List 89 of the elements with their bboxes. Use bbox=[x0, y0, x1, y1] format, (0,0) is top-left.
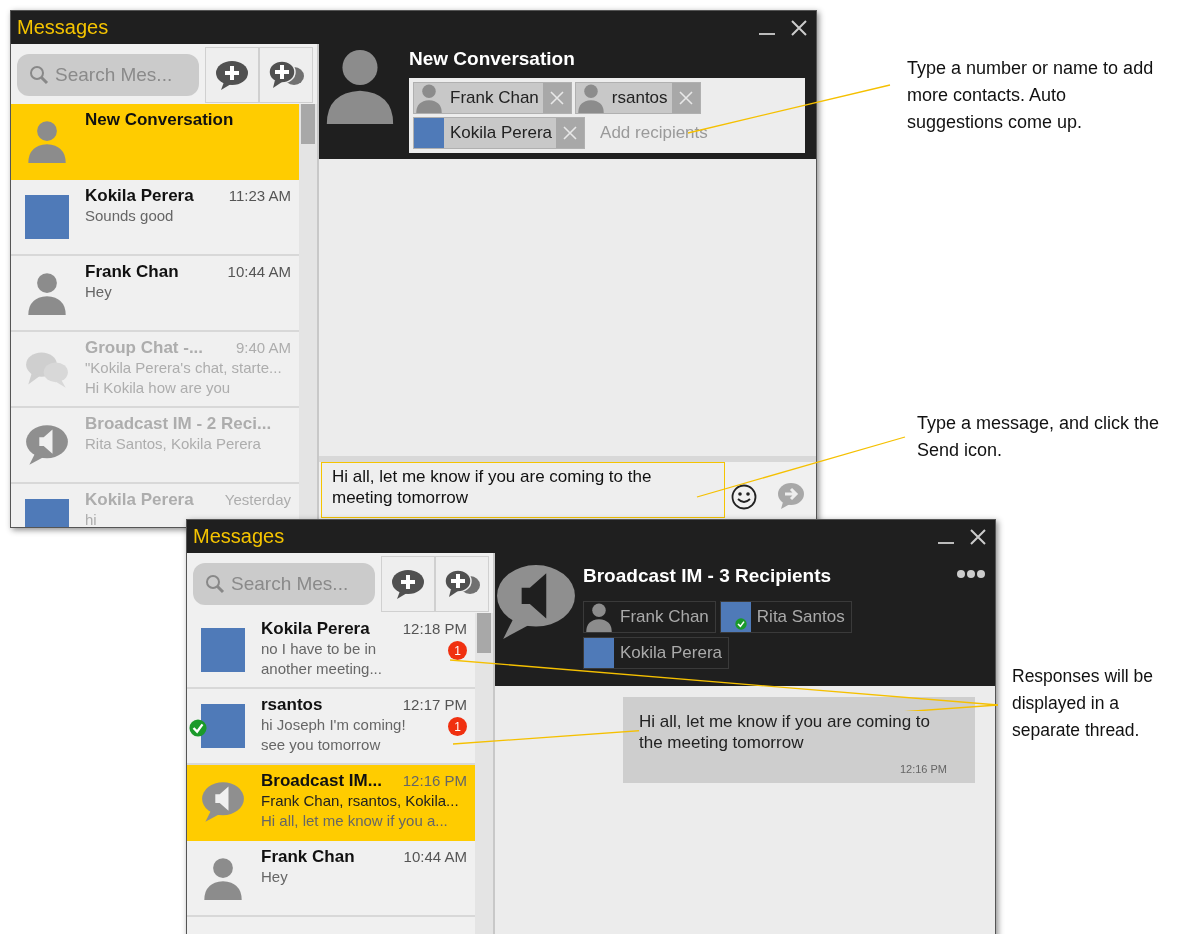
window-title: Messages bbox=[17, 16, 109, 39]
person-icon bbox=[25, 271, 69, 315]
new-group-chat-button[interactable] bbox=[435, 556, 489, 612]
message-time: 12:16 PM bbox=[899, 763, 947, 775]
photo-placeholder bbox=[584, 638, 614, 668]
message-time: 12:18 PM bbox=[402, 620, 467, 637]
search-icon bbox=[205, 574, 225, 594]
more-icon[interactable] bbox=[957, 569, 985, 579]
contact-name: Kokila Perera bbox=[85, 186, 194, 206]
conversation-title: Broadcast IM - 3 Recipients bbox=[583, 565, 833, 587]
scrollbar-thumb[interactable] bbox=[477, 613, 491, 653]
message-time: 10:44 AM bbox=[403, 848, 467, 865]
close-icon bbox=[549, 91, 564, 105]
contact-name: Kokila Perera bbox=[85, 490, 194, 510]
message-preview: Hey bbox=[85, 282, 112, 302]
search-icon bbox=[29, 65, 49, 85]
message-preview: Hi Kokila how are you bbox=[85, 378, 232, 398]
message-preview: "Kokila Perera's chat, starte... bbox=[85, 358, 282, 378]
chat-plus-icon bbox=[214, 60, 250, 90]
message-input[interactable]: Hi all, let me know if you are coming to the meeting tomorrow bbox=[321, 462, 725, 518]
close-icon[interactable] bbox=[790, 18, 808, 37]
message-preview: another meeting... bbox=[261, 659, 382, 679]
recipient-name: Frank Chan bbox=[619, 607, 709, 627]
message-time: 11:23 AM bbox=[228, 187, 291, 204]
contact-name: rsantos bbox=[261, 695, 323, 715]
search-field[interactable]: Search Mes... bbox=[193, 563, 375, 605]
message-preview: Hi all, let me know if you a... bbox=[261, 811, 449, 831]
recipient-name: Kokila Perera bbox=[619, 643, 723, 663]
message-preview: hi Joseph I'm coming! bbox=[261, 715, 406, 735]
message-time: Yesterday bbox=[224, 491, 291, 508]
callout-text: Type a message, and click the Send icon. bbox=[917, 412, 1161, 462]
message-time: 12:17 PM bbox=[402, 696, 467, 713]
conversation-title: New Conversation bbox=[409, 48, 576, 70]
person-icon bbox=[575, 83, 606, 113]
message-time: 10:44 AM bbox=[227, 263, 291, 280]
unread-badge: 1 bbox=[448, 717, 467, 736]
message-time: 12:16 PM bbox=[402, 772, 467, 789]
group-chat-plus-icon bbox=[444, 569, 480, 599]
chat-plus-icon bbox=[390, 569, 426, 599]
recipient-name: Rita Santos bbox=[755, 607, 845, 627]
photo-placeholder bbox=[25, 195, 69, 239]
unread-badge: 1 bbox=[448, 641, 467, 660]
message-preview: Frank Chan, rsantos, Kokila... bbox=[261, 791, 459, 811]
message-preview: no I have to be in bbox=[261, 639, 378, 659]
broadcast-icon bbox=[201, 780, 245, 824]
message-preview: Rita Santos, Kokila Perera bbox=[85, 434, 261, 454]
callout-text: Type a number or name to add more contacts. Auto suggestions come up. bbox=[907, 57, 1155, 134]
contact-name: Group Chat -... bbox=[85, 338, 204, 358]
conversation-item[interactable]: Frank Chan 10:44 AM Hey bbox=[187, 841, 475, 917]
contact-name: New Conversation bbox=[85, 110, 234, 130]
person-icon bbox=[201, 856, 245, 900]
photo-placeholder bbox=[414, 118, 444, 148]
smiley-icon[interactable] bbox=[731, 484, 757, 510]
recipient-name: rsantos bbox=[610, 88, 669, 108]
callout-text: Responses will be displayed in a separate thread. bbox=[1012, 665, 1155, 742]
group-chat-plus-icon bbox=[268, 60, 304, 90]
message-preview: Sounds good bbox=[85, 206, 174, 226]
contact-name: Broadcast IM - 2 Reci... bbox=[85, 414, 272, 434]
new-group-chat-button[interactable] bbox=[259, 47, 313, 103]
conversation-item[interactable]: Kokila Perera 11:23 AM Sounds good bbox=[11, 180, 299, 256]
photo-placeholder bbox=[201, 704, 245, 748]
message-preview: see you tomorrow bbox=[261, 735, 382, 755]
new-message-button[interactable] bbox=[381, 556, 435, 612]
new-message-button[interactable] bbox=[205, 47, 259, 103]
message-preview: hi bbox=[85, 510, 97, 527]
photo-placeholder bbox=[201, 628, 245, 672]
add-recipients-input[interactable]: Add recipients bbox=[598, 122, 753, 144]
contact-name: Broadcast IM... bbox=[261, 771, 382, 791]
contact-name: Kokila Perera bbox=[261, 619, 370, 639]
conversation-item[interactable]: New Conversation bbox=[11, 104, 299, 180]
search-field[interactable]: Search Mes... bbox=[17, 54, 199, 96]
contact-name: Frank Chan bbox=[85, 262, 179, 282]
conversation-item[interactable]: Kokila Perera 12:18 PM no I have to be in another meeting... 1 bbox=[187, 613, 475, 689]
conversation-item[interactable]: Frank Chan 10:44 AM Hey bbox=[11, 256, 299, 332]
message-time: 9:40 AM bbox=[235, 339, 291, 356]
person-icon bbox=[25, 119, 69, 163]
contact-name: Frank Chan bbox=[261, 847, 355, 867]
close-icon[interactable] bbox=[969, 527, 987, 546]
close-icon bbox=[678, 91, 693, 105]
recipient-name: Kokila Perera bbox=[449, 123, 554, 143]
person-icon bbox=[584, 602, 614, 632]
broadcast-icon bbox=[25, 423, 69, 467]
person-icon bbox=[414, 83, 444, 113]
scrollbar-thumb[interactable] bbox=[301, 104, 315, 144]
message-preview: Hey bbox=[261, 867, 288, 887]
window-title: Messages bbox=[193, 525, 285, 548]
recipient-name: Frank Chan bbox=[449, 88, 540, 108]
conversation-item[interactable]: Broadcast IM... 12:16 PM Frank Chan, rsantos, Kokila... Hi all, let me know if you a... bbox=[187, 765, 475, 841]
close-icon bbox=[563, 126, 578, 140]
